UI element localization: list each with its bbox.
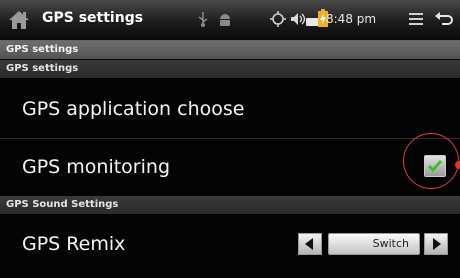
highlight-dot xyxy=(455,161,460,169)
volume-icon xyxy=(291,13,306,25)
page-header: GPS settings xyxy=(0,41,460,59)
remix-previous-button[interactable] xyxy=(298,233,322,255)
row-label: GPS monitoring xyxy=(22,156,171,178)
row-label: GPS Remix xyxy=(22,233,126,255)
app-title: GPS settings xyxy=(42,10,144,26)
row-gps-monitoring[interactable]: GPS monitoring xyxy=(0,139,460,196)
remix-switch-button[interactable]: Switch xyxy=(328,233,420,255)
menu-icon[interactable] xyxy=(408,11,424,27)
screen: GPS settings 8:48 pm GPS settings GPS se… xyxy=(0,0,460,278)
status-bar: GPS settings 8:48 pm xyxy=(0,0,460,41)
remix-next-button[interactable] xyxy=(424,233,448,255)
back-icon[interactable] xyxy=(434,10,454,28)
android-debug-icon xyxy=(220,14,230,26)
group-header-gps-sound-settings: GPS Sound Settings xyxy=(0,196,460,214)
home-icon[interactable] xyxy=(8,10,30,30)
arrow-right-icon xyxy=(433,238,441,250)
usb-icon xyxy=(198,12,208,27)
clock: 8:48 pm xyxy=(326,12,377,26)
row-gps-application-choose[interactable]: GPS application choose xyxy=(0,79,460,139)
arrow-left-icon xyxy=(305,238,313,250)
highlight-circle xyxy=(403,133,459,189)
row-label: GPS application choose xyxy=(22,98,245,120)
group-header-gps-settings: GPS settings xyxy=(0,60,460,78)
gps-icon xyxy=(270,11,286,27)
